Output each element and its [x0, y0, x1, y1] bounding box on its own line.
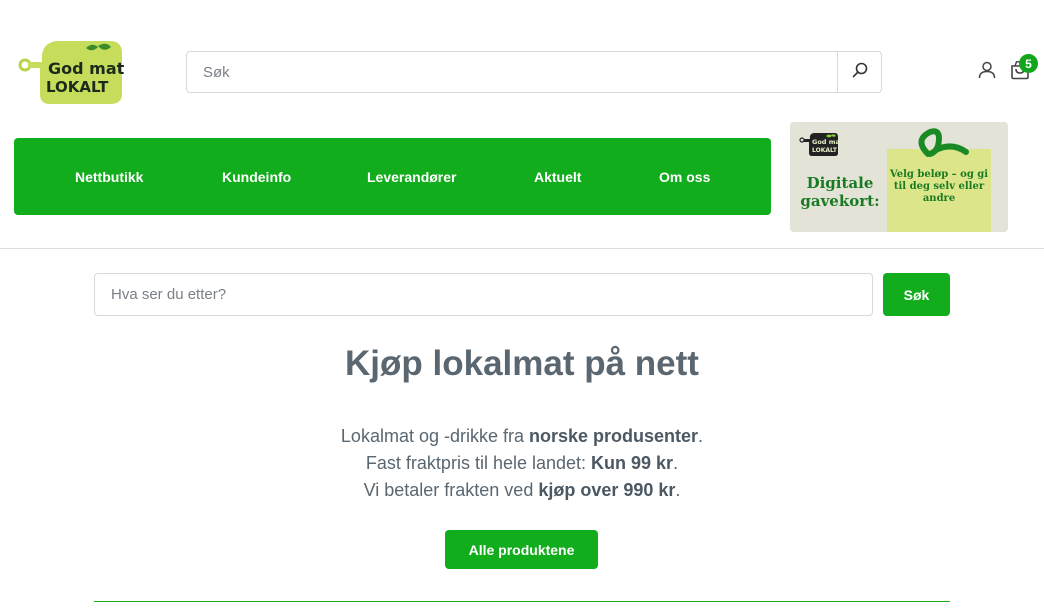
- header-search-button[interactable]: [837, 52, 881, 92]
- giftcard-logo-text-2: LOKALT: [812, 147, 838, 154]
- search-icon: [852, 62, 868, 83]
- intro-line-3: Vi betaler frakten ved kjøp over 990 kr.: [363, 480, 681, 500]
- nav-item-nettbutikk[interactable]: Nettbutikk: [75, 138, 143, 215]
- logo-text-2: LOKALT: [46, 78, 109, 96]
- main-navigation: Nettbutikk Kundeinfo Leverandører Aktuel…: [14, 138, 771, 215]
- account-button[interactable]: [976, 61, 998, 83]
- page-title: Kjøp lokalmat på nett: [345, 344, 699, 383]
- nav-item-om-oss[interactable]: Om oss: [659, 138, 710, 215]
- intro-text: Lokalmat og -drikke fra norske produsent…: [0, 423, 1044, 504]
- nav-item-leverandorer[interactable]: Leverandører: [367, 138, 456, 215]
- giftcard-logo-text-1: God mat: [812, 138, 839, 146]
- nav-item-aktuelt[interactable]: Aktuelt: [534, 138, 581, 215]
- product-search-input[interactable]: [95, 274, 872, 315]
- intro-line-1: Lokalmat og -drikke fra norske produsent…: [340, 426, 704, 446]
- nav-item-kundeinfo[interactable]: Kundeinfo: [222, 138, 291, 215]
- giftcard-title: Digitale gavekort:: [800, 174, 880, 210]
- user-icon: [978, 61, 996, 84]
- section-divider: [94, 601, 950, 602]
- giftcard-banner[interactable]: God mat LOKALT Digitale gavekort: Velg b…: [790, 122, 1008, 232]
- cart-count-badge: 5: [1019, 54, 1038, 73]
- all-products-button[interactable]: Alle produktene: [445, 530, 598, 569]
- intro-line-2: Fast fraktpris til hele landet: Kun 99 k…: [365, 453, 679, 473]
- giftcard-tagline: Velg beløp – og gi til deg selv eller an…: [889, 169, 989, 204]
- header-divider: [0, 248, 1044, 249]
- logo-text-1: God mat: [48, 59, 124, 78]
- header-search: [186, 51, 882, 93]
- product-search-button[interactable]: Søk: [883, 273, 950, 316]
- giftcard-logo: God mat LOKALT: [799, 131, 843, 157]
- site-logo[interactable]: God mat LOKALT: [18, 38, 125, 106]
- header-search-input[interactable]: [187, 52, 837, 92]
- ribbon-icon: [908, 126, 978, 166]
- product-search: [94, 273, 873, 316]
